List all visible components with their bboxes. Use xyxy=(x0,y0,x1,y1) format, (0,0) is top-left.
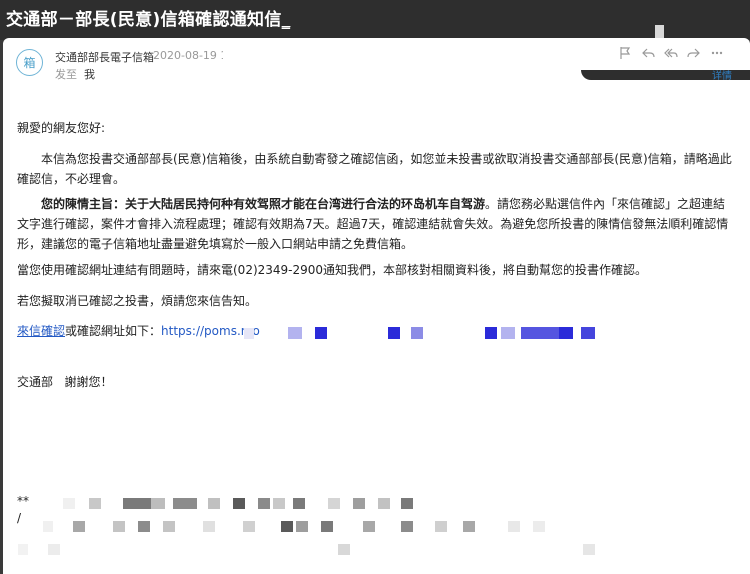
redaction-block xyxy=(203,521,215,532)
subject-label: 您的陳情主旨： xyxy=(41,197,126,211)
signoff: 交通部 謝謝您！ xyxy=(17,372,735,392)
redaction-block xyxy=(123,498,151,509)
redaction-block xyxy=(233,498,245,509)
redaction-block xyxy=(296,521,308,532)
redaction-block xyxy=(151,498,165,509)
redaction-block xyxy=(501,327,515,339)
redaction-block xyxy=(281,521,293,532)
redaction-block xyxy=(401,521,413,532)
signoff-org: 交通部 xyxy=(17,375,54,389)
redaction-block xyxy=(89,498,101,509)
redaction-block xyxy=(583,544,595,555)
redaction-block xyxy=(411,327,423,339)
redaction-block xyxy=(435,521,447,532)
redaction-block xyxy=(521,327,559,339)
redaction-block xyxy=(328,498,340,509)
redaction-block xyxy=(43,521,53,532)
window-title: 交通部－部長(民意)信箱確認通知信_ xyxy=(6,10,291,30)
redaction-block xyxy=(18,544,28,555)
redaction-block xyxy=(273,498,285,509)
paragraph-cancel: 若您擬取消已確認之投書，煩請您來信告知。 xyxy=(17,294,258,308)
redaction-block xyxy=(338,544,350,555)
greeting: 親愛的網友您好: xyxy=(17,121,106,135)
email-view: 箱 交通部部長電子信箱 2020-08-19 1 发至 我 详情 親愛的網友您好… xyxy=(3,38,750,574)
redaction-block xyxy=(533,521,545,532)
redaction-block xyxy=(48,544,60,555)
redaction-block xyxy=(321,521,333,532)
paragraph-intro: 本信為您投書交通部部長(民意)信箱後，由系統自動寄發之確認信函，如您並未投書或欲… xyxy=(17,152,732,186)
redaction-block xyxy=(293,498,305,509)
redaction-block xyxy=(243,521,255,532)
redaction-block xyxy=(363,521,375,532)
redaction-block xyxy=(113,521,125,532)
redaction-block xyxy=(258,498,270,509)
redaction-block xyxy=(388,327,400,339)
confirm-line: 來信確認或確認網址如下：https://poms.mo xyxy=(17,321,735,341)
confirm-text: 或確認網址如下： xyxy=(65,324,162,338)
redaction-block xyxy=(173,498,197,509)
redaction-block xyxy=(353,498,365,509)
redaction-block xyxy=(581,327,595,339)
subject-text: 关于大陆居民持何种有效驾照才能在台湾进行合法的环岛机车自驾游 xyxy=(125,197,486,211)
paragraph-phone: 當您使用確認網址連結有問題時，請來電(02)2349-2900通知我們，本部核對… xyxy=(17,263,648,277)
corner-mark xyxy=(655,25,664,38)
redaction-block xyxy=(73,521,85,532)
redaction-block xyxy=(163,521,175,532)
redaction-block xyxy=(463,521,475,532)
email-body: 親愛的網友您好: 本信為您投書交通部部長(民意)信箱後，由系統自動寄發之確認信函… xyxy=(3,38,750,574)
paragraph-subject: 您的陳情主旨：关于大陆居民持何种有效驾照才能在台湾进行合法的环岛机车自驾游。請您… xyxy=(17,194,735,254)
redaction-block xyxy=(559,327,573,339)
redaction-block xyxy=(401,498,413,509)
confirm-link[interactable]: 來信確認 xyxy=(17,324,65,338)
redaction-block xyxy=(508,521,520,532)
redaction-block xyxy=(244,328,254,339)
redaction-block xyxy=(288,327,302,339)
redaction-block xyxy=(208,498,220,509)
signoff-thanks: 謝謝您！ xyxy=(64,375,113,389)
redaction-block xyxy=(138,521,150,532)
redaction-block xyxy=(315,327,327,339)
redaction-block xyxy=(378,498,390,509)
redaction-block xyxy=(63,498,75,509)
redaction-block xyxy=(485,327,497,339)
